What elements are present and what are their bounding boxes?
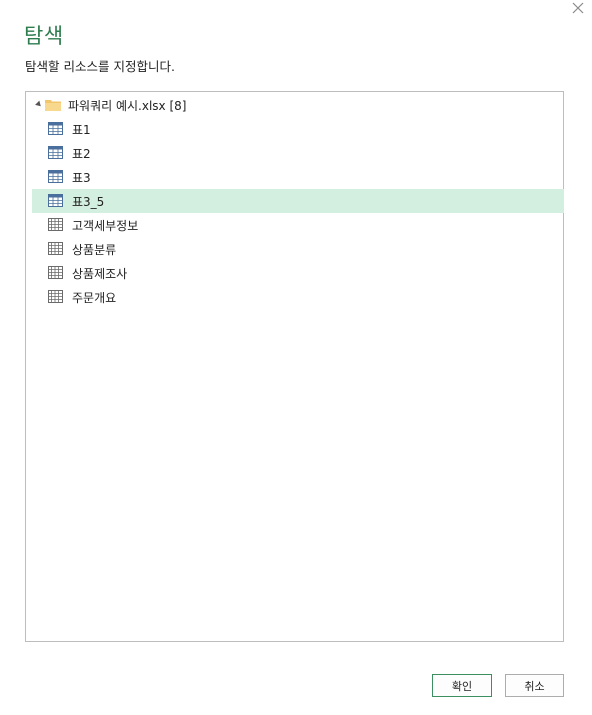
table-icon: [48, 122, 63, 135]
tree-item-label: 표3_5: [72, 194, 105, 209]
tree-item[interactable]: 주문개요: [32, 285, 564, 309]
close-button[interactable]: [568, 0, 588, 20]
cancel-button[interactable]: 취소: [505, 674, 564, 697]
tree-item-label: 표1: [72, 122, 91, 137]
expand-arrow-icon[interactable]: [35, 100, 43, 109]
tree-item-label: 주문개요: [72, 290, 117, 305]
navigator-tree[interactable]: 파워쿼리 예시.xlsx [8] 표1 표2 표3 표3_5 고객세부정보 상품…: [25, 91, 564, 642]
dialog-subtitle: 탐색할 리소스를 지정합니다.: [25, 59, 175, 74]
tree-item-label: 표3: [72, 170, 91, 185]
tree-item-label: 표2: [72, 146, 91, 161]
tree-root[interactable]: 파워쿼리 예시.xlsx [8]: [32, 93, 564, 117]
ok-button[interactable]: 확인: [432, 674, 492, 697]
dialog-title: 탐색: [24, 24, 64, 48]
tree-item[interactable]: 상품분류: [32, 237, 564, 261]
sheet-icon: [48, 266, 63, 279]
tree-item[interactable]: 상품제조사: [32, 261, 564, 285]
table-icon: [48, 194, 63, 207]
tree-item-label: 고객세부정보: [72, 218, 139, 233]
sheet-icon: [48, 242, 63, 255]
sheet-icon: [48, 290, 63, 303]
sheet-icon: [48, 218, 63, 231]
folder-icon: [45, 100, 61, 111]
tree-item-selected[interactable]: 표3_5: [32, 189, 564, 213]
table-icon: [48, 170, 63, 183]
table-icon: [48, 146, 63, 159]
tree-item[interactable]: 표1: [32, 117, 564, 141]
tree-root-label: 파워쿼리 예시.xlsx [8]: [68, 98, 187, 113]
tree-item[interactable]: 고객세부정보: [32, 213, 564, 237]
tree-item-label: 상품분류: [72, 242, 117, 257]
tree-item[interactable]: 표3: [32, 165, 564, 189]
tree-item[interactable]: 표2: [32, 141, 564, 165]
close-icon: [572, 2, 584, 14]
tree-item-label: 상품제조사: [72, 266, 128, 281]
